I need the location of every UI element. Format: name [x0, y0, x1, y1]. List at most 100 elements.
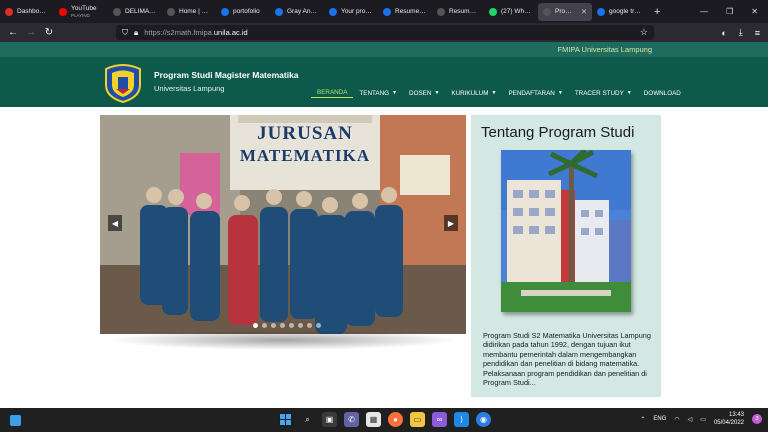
about-title: Tentang Program Studi: [481, 124, 635, 141]
menu-item-label: DOWNLOAD: [643, 89, 681, 97]
browser-tab[interactable]: Dashboard |: [0, 0, 54, 23]
tab-label: Your project: [341, 8, 373, 15]
faculty-link[interactable]: FMIPA Universitas Lampung: [558, 45, 652, 54]
reload-icon[interactable]: ↻: [40, 27, 58, 38]
tab-favicon-icon: [275, 7, 283, 16]
back-icon[interactable]: ←: [4, 27, 22, 38]
shield-icon[interactable]: ⛉: [122, 28, 128, 38]
browser-tab[interactable]: DELIMA DANAR: [108, 0, 162, 23]
slider-dot[interactable]: [307, 323, 312, 328]
chevron-up-icon[interactable]: ⌃: [640, 416, 645, 423]
top-strip: FMIPA Universitas Lampung: [0, 42, 768, 57]
menu-icon[interactable]: ≡: [755, 28, 760, 38]
menu-item-label: KURIKULUM: [451, 89, 489, 97]
menu-item-label: DOSEN: [409, 89, 432, 97]
browser-tab[interactable]: portofolio: [216, 0, 270, 23]
tab-favicon-icon: [437, 7, 445, 16]
tab-favicon-icon: [113, 7, 121, 16]
slider-next-button[interactable]: ▶: [444, 215, 458, 231]
browser-tab[interactable]: Your project: [324, 0, 378, 23]
signal-icon[interactable]: ◉: [476, 412, 491, 427]
url-bar[interactable]: ⛉ 🔒︎ https://s2math.fmipa.unila.ac.id ☆: [116, 25, 654, 40]
chevron-down-icon: ▼: [434, 90, 440, 96]
menu-item-kurikulum[interactable]: KURIKULUM ▼: [445, 88, 502, 98]
slider-dot[interactable]: [253, 323, 258, 328]
tab-close-icon[interactable]: ✕: [581, 8, 587, 16]
browser-tab[interactable]: Resume - Resum: [432, 0, 484, 23]
pocket-icon[interactable]: ◐: [721, 28, 726, 38]
menu-item-pendaftaran[interactable]: PENDAFTARAN ▼: [502, 88, 568, 98]
browser-tab[interactable]: YouTube PLAYING: [54, 0, 108, 23]
forward-icon[interactable]: →: [22, 27, 40, 38]
menu-item-tentang[interactable]: TENTANG ▼: [353, 88, 403, 98]
tab-label: Resume - Resum: [449, 8, 479, 15]
slider-dot[interactable]: [262, 323, 267, 328]
chevron-right-icon: ▶: [447, 218, 455, 228]
chevron-down-icon: ▼: [491, 90, 497, 96]
battery-icon[interactable]: ▭: [700, 416, 706, 423]
wifi-icon[interactable]: ◠: [674, 416, 679, 423]
menu-item-beranda[interactable]: BERANDA: [311, 88, 354, 98]
vscode-icon[interactable]: ⟩: [454, 412, 469, 427]
tab-label: Gray And Bl: [287, 8, 319, 15]
notification-badge[interactable]: 3: [752, 414, 762, 424]
tab-favicon-icon: [597, 7, 605, 16]
web-page: FMIPA Universitas Lampung Program Studi …: [0, 42, 768, 408]
visual-studio-icon[interactable]: ∞: [432, 412, 447, 427]
tab-label: Program Stu: [555, 8, 573, 15]
store-icon[interactable]: ▦: [366, 412, 381, 427]
volume-icon[interactable]: ◁: [688, 416, 693, 423]
tab-label: portofolio: [233, 8, 260, 15]
chat-icon[interactable]: ✆: [344, 412, 359, 427]
lock-icon[interactable]: 🔒︎: [134, 28, 138, 38]
browser-nav-bar: ← → ↻ ⛉ 🔒︎ https://s2math.fmipa.unila.ac…: [0, 23, 768, 42]
browser-tab[interactable]: google trans: [592, 0, 646, 23]
slider-dot[interactable]: [280, 323, 285, 328]
browser-tab[interactable]: Program Stu ✕: [538, 2, 592, 21]
chevron-down-icon: ▼: [392, 90, 398, 96]
tab-label: DELIMA DANAR: [125, 8, 157, 15]
main-menu: BERANDA TENTANG ▼ DOSEN ▼ KURIKULUM ▼ PENDAFTAR…: [311, 88, 687, 98]
image-slider[interactable]: JURUSAN MATEMATIKA ◀ ▶: [100, 115, 466, 334]
about-text: Program Studi S2 Matematika Universitas …: [483, 331, 651, 388]
slider-dot[interactable]: [289, 323, 294, 328]
close-icon[interactable]: ✕: [751, 7, 758, 16]
clock[interactable]: 13:43 05/04/2022: [714, 411, 744, 427]
university-logo[interactable]: [102, 63, 144, 103]
language-indicator[interactable]: ENG: [653, 416, 666, 422]
browser-tab[interactable]: Home | akbar: [162, 0, 216, 23]
chevron-down-icon: ▼: [626, 90, 632, 96]
about-panel: Tentang Program Studi Program Studi S2 M…: [471, 115, 661, 397]
file-explorer-icon[interactable]: ▭: [410, 412, 425, 427]
chevron-left-icon: ◀: [111, 218, 119, 228]
firefox-icon[interactable]: ●: [388, 412, 403, 427]
site-title[interactable]: Program Studi Magister Matematika: [154, 70, 299, 80]
download-icon[interactable]: ⤓: [739, 27, 743, 38]
slider-dot[interactable]: [271, 323, 276, 328]
bookmark-star-icon[interactable]: ☆: [640, 27, 648, 38]
widgets-icon[interactable]: [10, 414, 21, 426]
slider-dot[interactable]: [298, 323, 303, 328]
browser-tab[interactable]: Resume - Re: [378, 0, 432, 23]
menu-item-download[interactable]: DOWNLOAD: [638, 88, 687, 98]
menu-item-label: PENDAFTARAN: [508, 89, 555, 97]
slider-dot[interactable]: [316, 323, 321, 328]
new-tab-button[interactable]: +: [646, 6, 668, 18]
start-icon[interactable]: [278, 412, 293, 427]
tab-favicon-icon: [221, 7, 229, 16]
building-photo: [501, 150, 631, 312]
tab-favicon-icon: [329, 7, 337, 16]
minimize-icon[interactable]: —: [700, 7, 708, 16]
clock-time: 13:43: [728, 412, 744, 418]
menu-item-tracer-study[interactable]: TRACER STUDY ▼: [569, 88, 638, 98]
slider-prev-button[interactable]: ◀: [108, 215, 122, 231]
site-subtitle: Universitas Lampung: [154, 84, 225, 93]
tab-label: Resume - Re: [395, 8, 427, 15]
taskbar: ⌕ ▣ ✆ ▦ ● ▭ ∞ ⟩ ◉ ⌃ ENG ◠ ◁ ▭ 13:43 05/0…: [0, 408, 768, 432]
browser-tab[interactable]: Gray And Bl: [270, 0, 324, 23]
restore-icon[interactable]: ❐: [726, 7, 733, 16]
search-icon[interactable]: ⌕: [300, 412, 315, 427]
task-view-icon[interactable]: ▣: [322, 412, 337, 427]
browser-tab[interactable]: (27) WhatsA: [484, 0, 538, 23]
menu-item-dosen[interactable]: DOSEN ▼: [403, 88, 445, 98]
